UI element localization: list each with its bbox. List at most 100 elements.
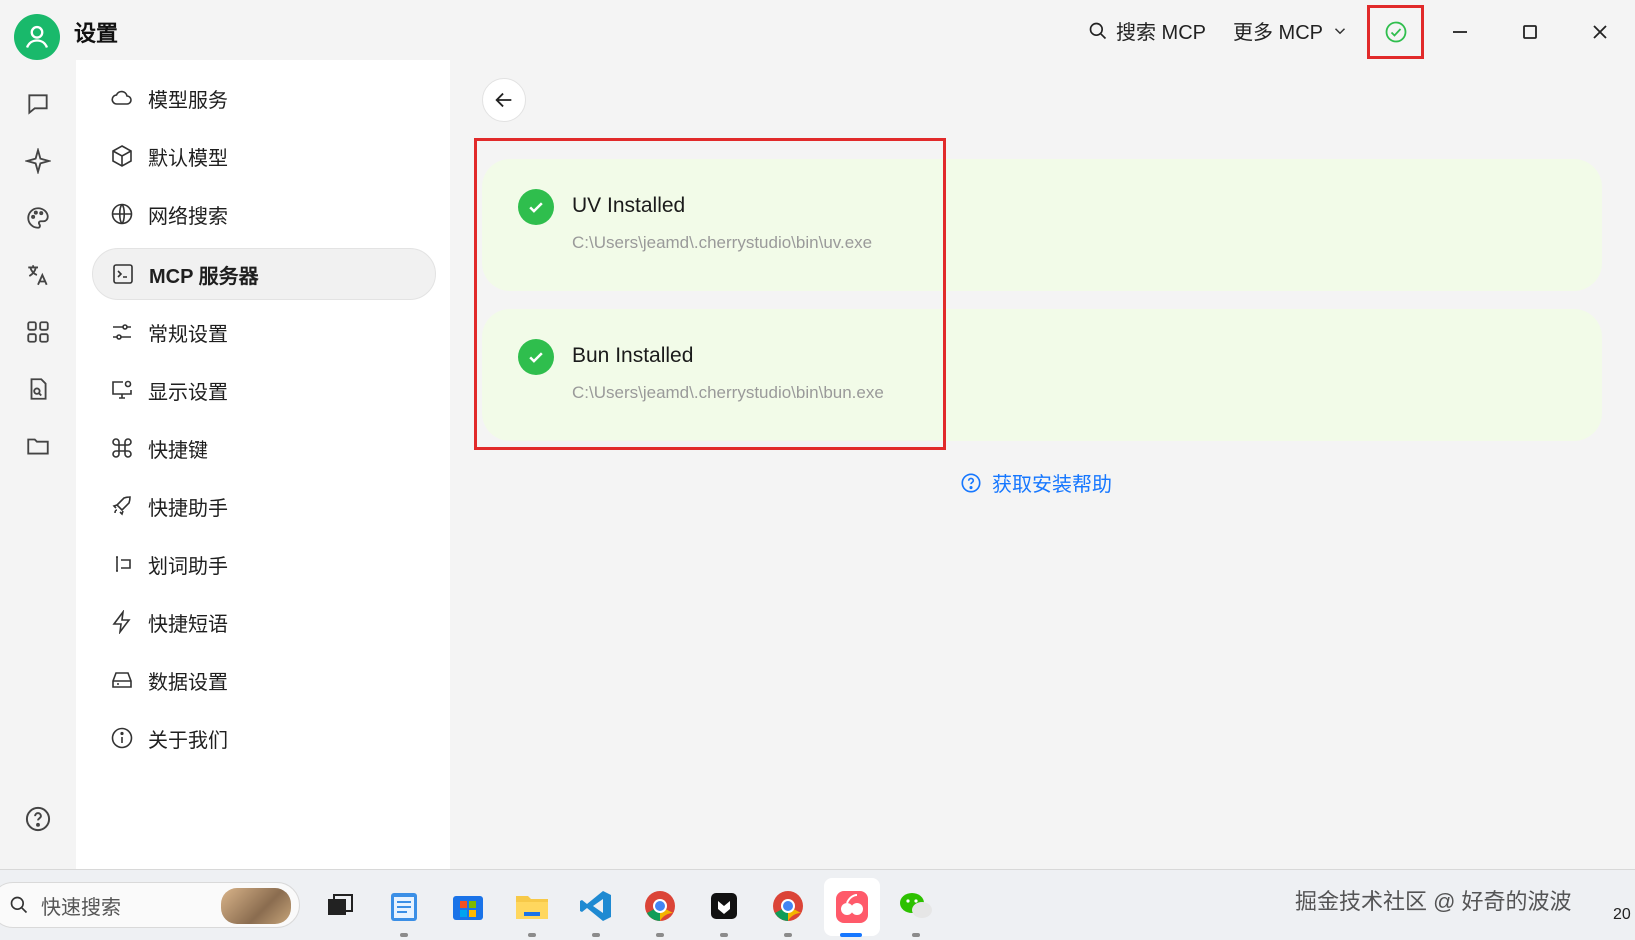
menu-item-shortcuts[interactable]: 快捷键 [92, 422, 436, 474]
sliders-icon [108, 318, 136, 346]
text-cursor-icon [108, 550, 136, 578]
menu-item-model-service[interactable]: 模型服务 [92, 72, 436, 124]
maximize-button[interactable] [1510, 14, 1550, 50]
close-button[interactable] [1580, 14, 1620, 50]
chrome-icon [773, 891, 803, 921]
sparkle-icon [25, 148, 51, 174]
vscode-icon [580, 891, 611, 921]
folder-icon [27, 438, 49, 455]
task-view-icon [328, 894, 353, 915]
menu-item-quick-phrases[interactable]: 快捷短语 [92, 596, 436, 648]
user-avatar[interactable] [14, 14, 60, 60]
monitor-settings-icon [108, 376, 136, 404]
taskbar-terminal-app[interactable] [702, 884, 746, 937]
rail-chat-button[interactable] [23, 89, 53, 119]
taskbar-search[interactable]: 快速搜索 [0, 882, 300, 928]
cloud-icon [108, 84, 136, 112]
palette-icon [27, 207, 49, 229]
search-icon [1089, 22, 1107, 39]
taskbar-store[interactable] [446, 884, 490, 928]
hard-drive-icon [108, 666, 136, 694]
taskbar-cherry-studio[interactable] [824, 878, 880, 937]
more-mcp-label: 更多 MCP [1233, 22, 1323, 44]
folder-icon [516, 896, 548, 919]
search-mcp-button[interactable]: 搜索 MCP [1088, 16, 1206, 45]
menu-item-label: MCP 服务器 [149, 265, 259, 288]
taskbar-chrome[interactable] [638, 884, 682, 937]
install-status-button[interactable] [1367, 5, 1424, 59]
menu-item-general-settings[interactable]: 常规设置 [92, 306, 436, 358]
install-help-link[interactable]: 获取安装帮助 [960, 468, 1112, 497]
menu-item-mcp-servers[interactable]: MCP 服务器 [92, 248, 436, 300]
chrome-icon [645, 891, 675, 921]
terminal-app-icon [711, 893, 737, 919]
settings-menu: 模型服务 默认模型 网络搜索 MCP 服务器 常规设置 显示设置 快捷键 快捷助… [76, 60, 450, 869]
rail-paint-button[interactable] [23, 203, 53, 233]
icon-rail [0, 60, 76, 869]
taskbar-wechat[interactable] [894, 884, 938, 937]
maximize-icon [1523, 25, 1537, 39]
cherry-studio-icon [836, 891, 868, 923]
search-icon [10, 896, 28, 914]
menu-item-quick-assistant[interactable]: 快捷助手 [92, 480, 436, 532]
notepad-icon [391, 893, 417, 921]
help-link-label: 获取安装帮助 [992, 474, 1112, 496]
rail-knowledge-button[interactable] [23, 374, 53, 404]
rail-help-button[interactable] [23, 804, 53, 834]
title-bar: 设置 搜索 MCP 更多 MCP [0, 0, 1635, 60]
menu-item-label: 快捷键 [148, 439, 208, 462]
window-title: 设置 [74, 21, 119, 46]
main-panel: UV Installed C:\Users\jeamd\.cherrystudi… [450, 60, 1635, 869]
rail-files-button[interactable] [23, 431, 53, 461]
command-icon [108, 434, 136, 462]
back-button[interactable] [482, 78, 526, 122]
taskbar-task-view[interactable] [318, 884, 362, 928]
menu-item-label: 模型服务 [148, 89, 228, 112]
menu-item-label: 快捷短语 [148, 613, 228, 636]
menu-item-label: 常规设置 [148, 323, 228, 346]
close-icon [1593, 25, 1607, 39]
info-icon [108, 724, 136, 752]
menu-item-label: 网络搜索 [148, 205, 228, 228]
menu-item-display-settings[interactable]: 显示设置 [92, 364, 436, 416]
menu-item-about[interactable]: 关于我们 [92, 712, 436, 764]
taskbar-file-explorer[interactable] [510, 884, 554, 937]
rail-assistant-button[interactable] [23, 146, 53, 176]
rail-apps-button[interactable] [23, 317, 53, 347]
lightning-icon [108, 608, 136, 636]
menu-item-label: 数据设置 [148, 671, 228, 694]
chat-bubble-icon [28, 94, 48, 115]
taskbar-clock: 20 [1613, 906, 1631, 923]
rocket-icon [108, 492, 136, 520]
taskbar-vscode[interactable] [574, 884, 618, 937]
arrow-left-icon [495, 92, 512, 108]
chevron-down-icon [1334, 27, 1346, 34]
wechat-icon [900, 893, 932, 918]
more-mcp-dropdown[interactable]: 更多 MCP [1233, 16, 1349, 45]
menu-item-data-settings[interactable]: 数据设置 [92, 654, 436, 706]
grid-icon [27, 321, 49, 343]
terminal-icon [109, 260, 137, 288]
menu-item-label: 默认模型 [148, 147, 228, 170]
minimize-icon [1453, 31, 1467, 33]
check-circle-icon [1385, 21, 1406, 43]
taskbar-search-placeholder: 快速搜索 [41, 896, 121, 919]
store-icon [453, 896, 483, 920]
rail-translate-button[interactable] [23, 260, 53, 290]
search-highlight-image [221, 888, 291, 924]
taskbar-chrome-2[interactable] [766, 884, 810, 937]
menu-item-label: 关于我们 [148, 729, 228, 752]
taskbar-notepad[interactable] [382, 884, 426, 937]
menu-item-label: 显示设置 [148, 381, 228, 404]
annotation-highlight-box [474, 138, 946, 450]
menu-item-selection-assistant[interactable]: 划词助手 [92, 538, 436, 590]
menu-item-label: 快捷助手 [148, 497, 228, 520]
help-circle-icon [961, 472, 981, 493]
taskbar: 快速搜索 掘金技术社区 @ 好奇的波波 20 [0, 869, 1635, 940]
file-search-icon [30, 378, 47, 400]
menu-item-default-model[interactable]: 默认模型 [92, 130, 436, 182]
menu-item-web-search[interactable]: 网络搜索 [92, 188, 436, 240]
cube-icon [108, 142, 136, 170]
menu-item-label: 划词助手 [148, 555, 228, 578]
minimize-button[interactable] [1440, 14, 1480, 50]
